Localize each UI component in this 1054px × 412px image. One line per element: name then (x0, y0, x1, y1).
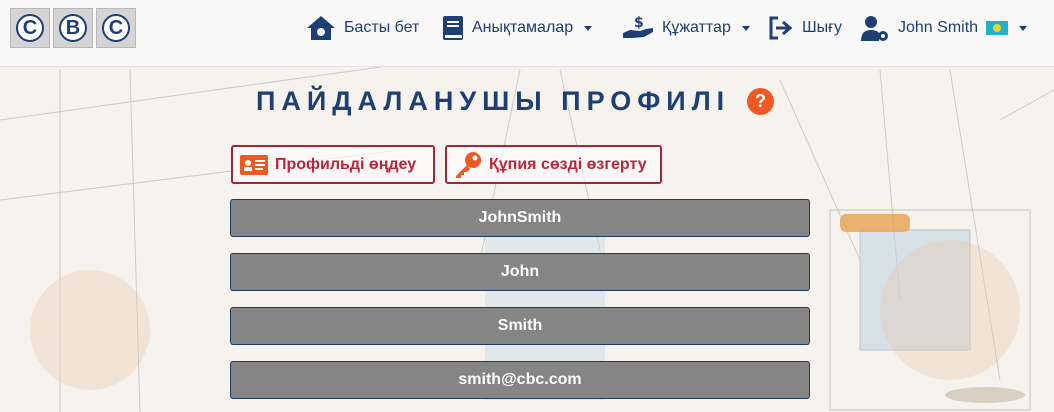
help-icon[interactable]: ? (747, 88, 774, 115)
nav-home-label: Басты бет (344, 19, 420, 36)
change-password-label: Құпия сөзді өзгерту (489, 155, 647, 173)
username-field: JohnSmith (230, 199, 810, 237)
nav-documents-label: Құжаттар (662, 19, 731, 36)
email-field: smith@cbc.com (230, 361, 810, 399)
hand-dollar-icon: $ (623, 15, 653, 38)
nav-documents[interactable]: $ Құжаттар (622, 14, 750, 42)
chevron-down-icon (741, 25, 750, 31)
user-gear-icon (861, 16, 888, 41)
home-icon (307, 16, 335, 40)
cbc-logo[interactable]: C B C (10, 8, 136, 48)
book-icon (443, 16, 463, 40)
navbar: C B C Басты бет Анықтамалар $ Құжаттар Ш… (0, 0, 1054, 67)
nav-logout[interactable]: Шығу (768, 14, 842, 42)
sign-out-icon (769, 16, 793, 40)
page-title: ПАЙДАЛАНУШЫ ПРОФИЛІ (256, 86, 731, 116)
edit-profile-button[interactable]: Профильді өңдеу (231, 145, 435, 184)
change-password-button[interactable]: Құпия сөзді өзгерту (445, 145, 662, 184)
chevron-down-icon (584, 25, 593, 31)
id-card-icon (240, 154, 268, 175)
nav-user-menu[interactable]: John Smith (860, 14, 1028, 42)
nav-logout-label: Шығу (802, 19, 842, 36)
kazakhstan-flag-icon (986, 21, 1009, 35)
nav-references[interactable]: Анықтамалар (442, 14, 593, 42)
nav-references-label: Анықтамалар (472, 19, 574, 36)
svg-text:$: $ (634, 15, 644, 31)
nav-home[interactable]: Басты бет (306, 14, 419, 42)
key-icon (456, 151, 481, 178)
first-name-field: John (230, 253, 810, 291)
last-name-field: Smith (230, 307, 810, 345)
edit-profile-label: Профильді өңдеу (275, 155, 417, 173)
nav-user-label: John Smith (898, 19, 979, 36)
chevron-down-icon (1019, 25, 1028, 31)
